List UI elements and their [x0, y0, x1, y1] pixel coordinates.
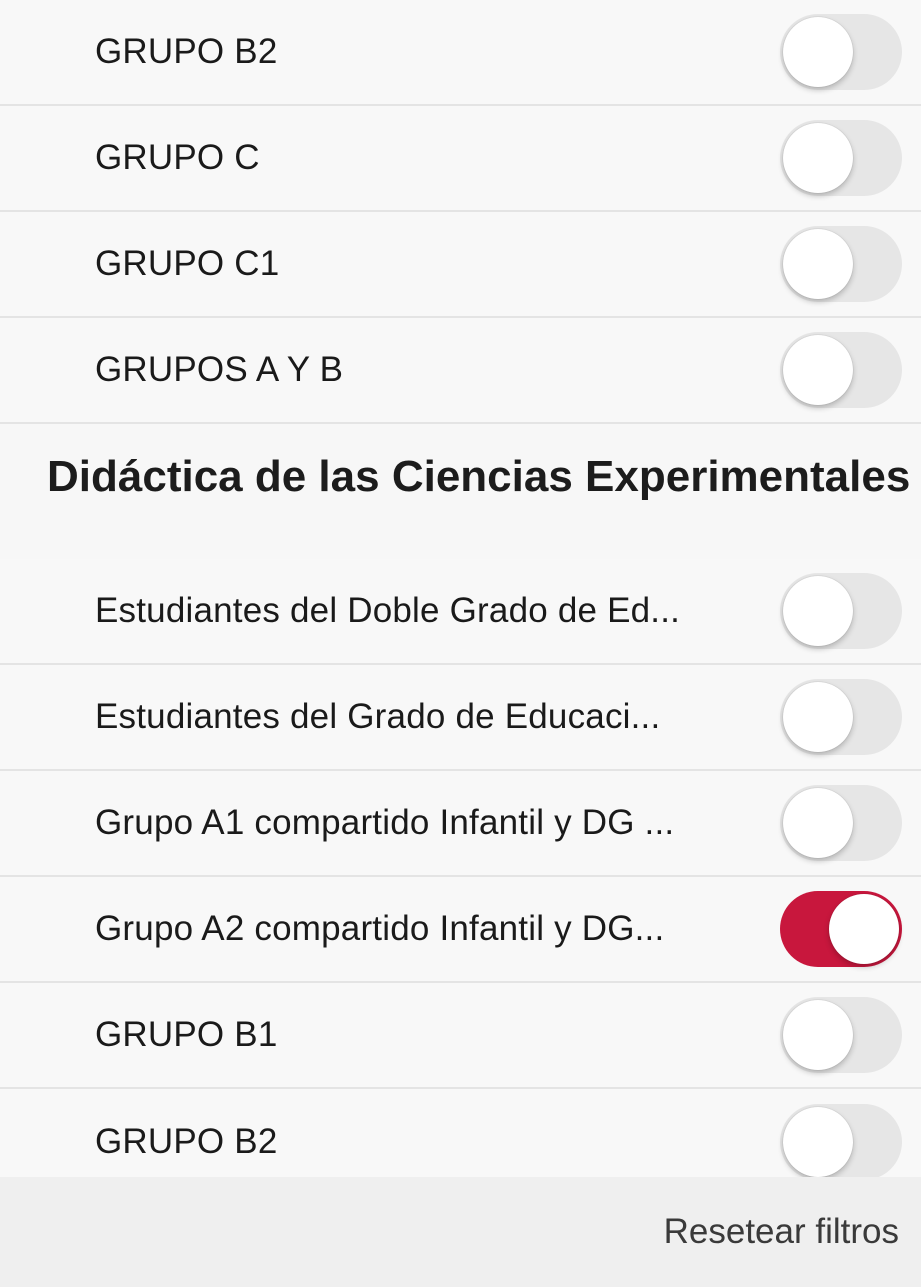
filter-toggle[interactable] [780, 997, 902, 1073]
filter-toggle[interactable] [780, 120, 902, 196]
filter-row-label: Estudiantes del Doble Grado de Ed... [95, 591, 681, 630]
toggle-knob [783, 1107, 853, 1177]
filter-row-label: GRUPO C [95, 138, 260, 177]
filter-toggle[interactable] [780, 573, 902, 649]
toggle-knob [783, 682, 853, 752]
toggle-knob [783, 1000, 853, 1070]
filter-row-label: GRUPO B1 [95, 1015, 278, 1054]
filter-toggle[interactable] [780, 1104, 902, 1180]
toggle-knob [829, 894, 899, 964]
toggle-knob [783, 788, 853, 858]
filter-row-label: GRUPO B2 [95, 32, 278, 71]
toggle-knob [783, 17, 853, 87]
reset-filters-button[interactable]: Resetear filtros [664, 1212, 899, 1252]
filter-toggle[interactable] [780, 226, 902, 302]
filter-row[interactable]: GRUPO B2 [0, 0, 921, 106]
toggle-knob [783, 576, 853, 646]
filter-row-label: Grupo A1 compartido Infantil y DG ... [95, 803, 675, 842]
filter-row[interactable]: Estudiantes del Doble Grado de Ed... [0, 559, 921, 665]
filter-row-label: GRUPOS A Y B [95, 350, 344, 389]
filter-toggle[interactable] [780, 785, 902, 861]
filter-row-label: GRUPO C1 [95, 244, 280, 283]
filter-toggle[interactable] [780, 891, 902, 967]
filter-screen: GRUPO B2 GRUPO C GRUPO C1 GRUPOS A Y B D… [0, 0, 921, 1287]
filter-toggle[interactable] [780, 679, 902, 755]
filter-row[interactable]: GRUPO C1 [0, 212, 921, 318]
filter-row[interactable]: GRUPO B1 [0, 983, 921, 1089]
filter-row[interactable]: Grupo A1 compartido Infantil y DG ... [0, 771, 921, 877]
filter-row[interactable]: Estudiantes del Grado de Educaci... [0, 665, 921, 771]
toggle-knob [783, 335, 853, 405]
filter-row-label: GRUPO B2 [95, 1122, 278, 1161]
section-header: Didáctica de las Ciencias Experimentales [0, 424, 921, 559]
footer-bar: Resetear filtros [0, 1177, 921, 1287]
section-title: Didáctica de las Ciencias Experimentales [47, 452, 911, 501]
filter-row[interactable]: Grupo A2 compartido Infantil y DG... [0, 877, 921, 983]
filter-list: GRUPO B2 GRUPO C GRUPO C1 GRUPOS A Y B D… [0, 0, 921, 1195]
filter-toggle[interactable] [780, 332, 902, 408]
toggle-knob [783, 123, 853, 193]
filter-row-label: Grupo A2 compartido Infantil y DG... [95, 909, 665, 948]
filter-row-label: Estudiantes del Grado de Educaci... [95, 697, 661, 736]
filter-row[interactable]: GRUPO C [0, 106, 921, 212]
filter-row[interactable]: GRUPOS A Y B [0, 318, 921, 424]
filter-toggle[interactable] [780, 14, 902, 90]
toggle-knob [783, 229, 853, 299]
